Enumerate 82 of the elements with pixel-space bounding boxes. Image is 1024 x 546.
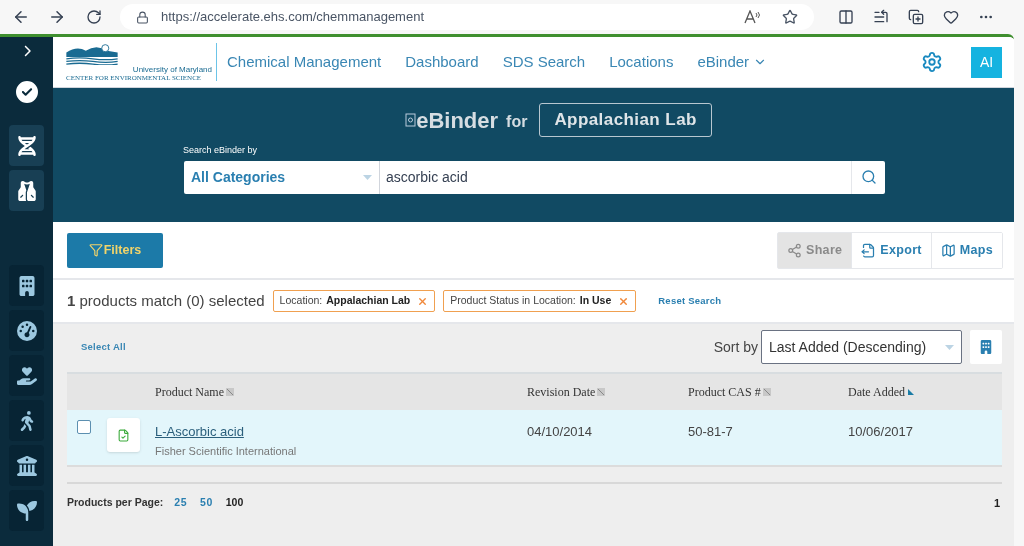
search-icon — [860, 169, 877, 185]
favorite-star-icon[interactable] — [782, 9, 798, 25]
page-size-option[interactable]: 50 — [200, 495, 213, 511]
location-button[interactable]: Appalachian Lab — [539, 103, 712, 137]
nav-link[interactable]: Chemical Management — [227, 50, 382, 74]
module-button[interactable] — [9, 445, 44, 486]
module-button[interactable] — [9, 125, 44, 166]
forward-icon[interactable] — [48, 8, 66, 26]
sprout-icon — [16, 500, 37, 521]
dropdown-caret-icon — [945, 344, 954, 350]
sort-select[interactable]: Last Added (Descending) — [761, 330, 962, 364]
search-button[interactable] — [851, 160, 885, 194]
bank-icon — [16, 455, 37, 476]
action-button[interactable]: Maps — [930, 232, 1002, 268]
search-field[interactable]: ascorbic acid — [380, 160, 851, 194]
module-button[interactable] — [9, 400, 44, 441]
column-header[interactable]: Revision Date — [527, 383, 688, 401]
module-button[interactable] — [9, 490, 44, 531]
module-button[interactable] — [9, 170, 44, 211]
dropdown-caret-icon — [363, 174, 372, 180]
export-icon — [861, 242, 877, 258]
remove-icon[interactable] — [417, 295, 429, 307]
user-avatar[interactable]: AI — [971, 46, 1002, 78]
select-all-link[interactable]: Select All — [81, 339, 126, 355]
column-header[interactable]: Product CAS # — [688, 383, 848, 401]
settings-icon[interactable] — [921, 51, 943, 73]
split-screen-icon[interactable] — [838, 9, 854, 25]
binder-icon — [405, 113, 417, 127]
building-map-button[interactable] — [970, 330, 1002, 364]
collections-icon[interactable] — [908, 9, 924, 25]
chip-label: Product Status in Location: — [450, 293, 576, 309]
module-button[interactable] — [9, 265, 44, 306]
category-select[interactable]: All Categories — [184, 160, 380, 194]
reset-search-link[interactable]: Reset Search — [658, 293, 722, 309]
per-page-label: Products per Page: — [67, 495, 164, 511]
url-text: https://accelerate.ehs.com/chemmanagement — [161, 8, 426, 27]
column-header[interactable]: Date Added — [848, 383, 915, 401]
nav-link[interactable]: eBinder — [697, 50, 768, 74]
logo-subtitle: University of Maryland — [132, 64, 212, 74]
nav-link[interactable]: SDS Search — [502, 50, 586, 74]
sort-label: Sort by — [713, 337, 758, 357]
read-aloud-icon[interactable] — [744, 10, 762, 24]
chip-value: In Use — [579, 293, 612, 309]
hand-heart-icon — [16, 365, 37, 386]
page-size-option[interactable]: 100 — [225, 495, 244, 511]
heart-icon[interactable] — [943, 9, 959, 25]
chip-value: Appalachian Lab — [326, 293, 411, 309]
remove-icon[interactable] — [618, 295, 630, 307]
funnel-icon — [88, 243, 103, 257]
table-cell-text: 50-81-7 — [688, 423, 734, 441]
back-icon[interactable] — [12, 8, 30, 26]
share-icon — [787, 242, 802, 258]
gauge-icon — [16, 320, 37, 341]
table-cell-text: 10/06/2017 — [848, 423, 914, 441]
page-size-option[interactable]: 25 — [174, 495, 187, 511]
logo-waves-icon — [66, 41, 118, 65]
table-cell-text: 04/10/2014 — [527, 423, 594, 441]
nav-link[interactable]: Dashboard — [405, 50, 479, 74]
chip-label: Location: — [279, 293, 323, 309]
building-icon — [979, 340, 993, 354]
dna-icon — [16, 135, 37, 156]
filters-button[interactable]: Filters — [67, 232, 163, 268]
product-name-link[interactable]: L-Ascorbic acid — [155, 422, 244, 442]
table-row[interactable]: L-Ascorbic acid Fisher Scientific International 04/10/2014 50-81-7 10/06/2017 — [67, 410, 1002, 467]
row-checkbox[interactable] — [77, 420, 91, 434]
column-header[interactable]: Product Name — [155, 383, 527, 401]
lock-icon — [136, 10, 149, 24]
manufacturer-text: Fisher Scientific International — [155, 443, 298, 459]
refresh-icon[interactable] — [86, 9, 102, 25]
module-button[interactable] — [9, 310, 44, 351]
for-text: for — [506, 112, 528, 132]
results-summary: 1 products match (0) selected — [67, 290, 265, 311]
document-check-icon — [117, 428, 130, 442]
ebinder-title: eBinder — [416, 106, 499, 135]
vest-icon — [16, 180, 37, 201]
address-bar[interactable]: https://accelerate.ehs.com/chemmanagement — [120, 4, 814, 30]
search-label: Search eBinder by — [183, 144, 259, 157]
map-icon — [940, 242, 956, 258]
nav-link[interactable]: Locations — [609, 50, 674, 74]
page-number[interactable]: 1 — [993, 494, 1000, 512]
module-button[interactable] — [9, 355, 44, 396]
favorites-icon[interactable] — [873, 9, 889, 25]
